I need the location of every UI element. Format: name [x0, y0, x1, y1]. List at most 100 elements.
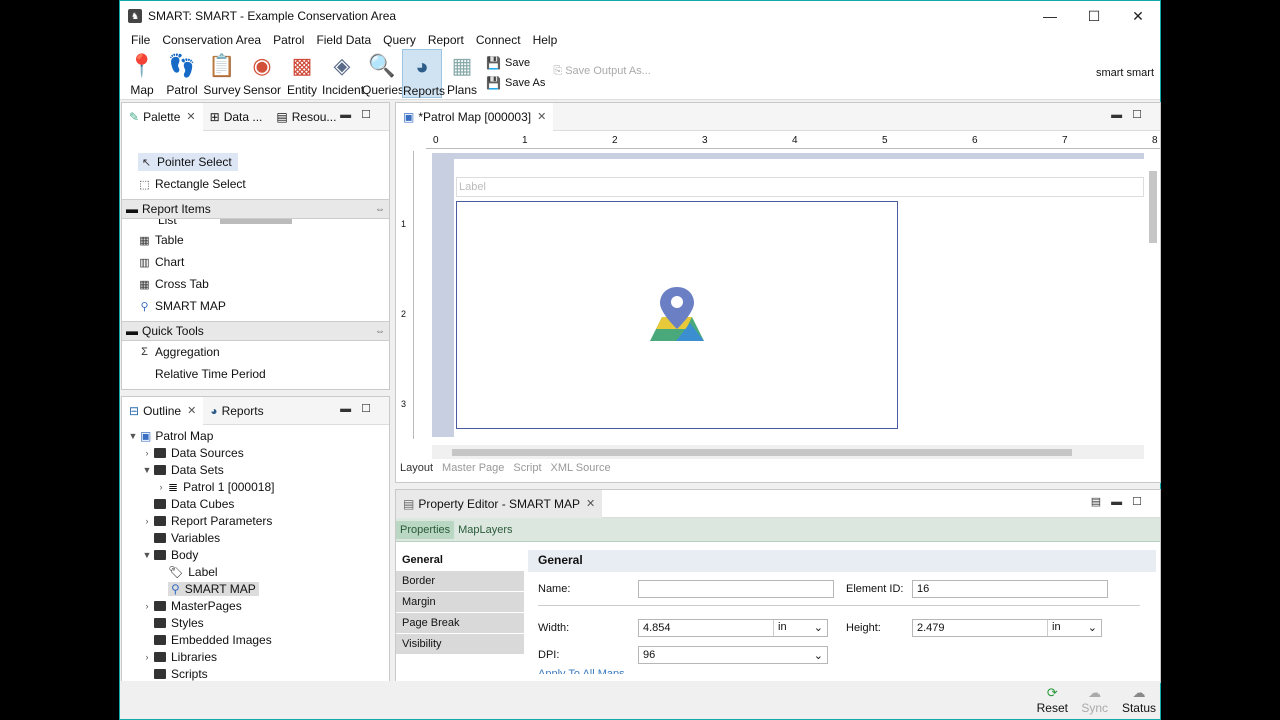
category-general[interactable]: General: [396, 550, 524, 571]
category-border[interactable]: Border: [396, 571, 524, 592]
tree-node-embedded-images[interactable]: Embedded Images: [126, 631, 389, 648]
chevron-right-icon[interactable]: ›: [154, 482, 168, 492]
dpi-select[interactable]: 96 ⌄: [638, 646, 828, 664]
menu-report[interactable]: Report: [422, 31, 470, 49]
chevron-right-icon[interactable]: ›: [140, 516, 154, 526]
horizontal-scrollbar[interactable]: [432, 445, 1144, 459]
entity-button[interactable]: ▩ Entity: [282, 49, 322, 98]
tree-node-data-sources[interactable]: › Data Sources: [126, 444, 389, 461]
tab-palette[interactable]: ✎ Palette ✕: [122, 102, 203, 131]
quick-tools-section[interactable]: ▬ Quick Tools ⇔: [122, 321, 389, 341]
tree-node-libraries[interactable]: › Libraries: [126, 648, 389, 665]
collapse-icon[interactable]: ⇔: [375, 326, 385, 337]
smart-map-item[interactable]: ⚲ SMART MAP: [122, 295, 389, 317]
category-margin[interactable]: Margin: [396, 592, 524, 613]
apply-to-all-maps-link[interactable]: Apply To All Maps: [538, 668, 625, 674]
reports-button[interactable]: ◕ Reports: [402, 49, 445, 98]
chevron-down-icon[interactable]: ▼: [140, 550, 154, 560]
sync-button[interactable]: ☁ Sync: [1081, 685, 1108, 715]
close-icon[interactable]: ✕: [187, 404, 196, 417]
tree-node-smart-map[interactable]: ⚲ SMART MAP: [126, 580, 389, 597]
chevron-right-icon[interactable]: ›: [140, 652, 154, 662]
plans-button[interactable]: ▦ Plans: [442, 49, 482, 98]
tree-node-label[interactable]: 🏷 Label: [126, 563, 389, 580]
status-button[interactable]: ☁ Status: [1122, 685, 1156, 715]
tab-master-page[interactable]: Master Page: [442, 462, 504, 474]
element-id-field[interactable]: 16: [912, 580, 1108, 598]
tree-node-variables[interactable]: Variables: [126, 529, 389, 546]
relative-time-period-item[interactable]: Relative Time Period: [122, 363, 389, 385]
save-output-as-button[interactable]: ⎘ Save Output As...: [553, 65, 650, 78]
chevron-right-icon[interactable]: ›: [140, 601, 154, 611]
tree-node-styles[interactable]: Styles: [126, 614, 389, 631]
sensor-button[interactable]: ◉ Sensor: [242, 49, 282, 98]
tab-patrol-map[interactable]: ▣ *Patrol Map [000003] ✕: [396, 102, 554, 131]
tab-outline[interactable]: ⊟ Outline ✕: [122, 396, 204, 425]
tree-node-patrol-1[interactable]: › ≣ Patrol 1 [000018]: [126, 478, 389, 495]
panel-min-max-controls[interactable]: ▬☐: [340, 108, 381, 121]
cross-tab-item[interactable]: ▦ Cross Tab: [122, 273, 389, 295]
tree-node-body[interactable]: ▼ Body: [126, 546, 389, 563]
menu-conservation-area[interactable]: Conservation Area: [156, 31, 267, 49]
incident-button[interactable]: ◈ Incident: [322, 49, 364, 98]
height-field[interactable]: 2.479 in ⌄: [912, 619, 1102, 637]
tab-script[interactable]: Script: [513, 462, 541, 474]
pointer-select-tool[interactable]: ↖ Pointer Select: [122, 151, 389, 173]
menu-connect[interactable]: Connect: [470, 31, 527, 49]
menu-field-data[interactable]: Field Data: [310, 31, 377, 49]
patrol-button[interactable]: 👣 Patrol: [162, 49, 202, 98]
tab-layout[interactable]: Layout: [400, 462, 433, 474]
save-as-button[interactable]: 💾 Save As: [486, 73, 545, 93]
height-unit-select[interactable]: in ⌄: [1047, 620, 1101, 636]
scroll-thumb[interactable]: [1149, 171, 1157, 243]
layout-canvas[interactable]: 0 1 2 3 4 5 6 7 8 1 2 3 Label: [396, 131, 1160, 461]
tree-node-data-sets[interactable]: ▼ Data Sets: [126, 461, 389, 478]
chevron-right-icon[interactable]: ›: [140, 448, 154, 458]
list-item-partial[interactable]: List: [158, 219, 177, 227]
scroll-thumb[interactable]: [452, 449, 1072, 456]
save-button[interactable]: 💾 Save: [486, 53, 545, 73]
menu-patrol[interactable]: Patrol: [267, 31, 310, 49]
aggregation-item[interactable]: Σ Aggregation: [122, 341, 389, 363]
tab-data-explorer[interactable]: ⊞ Data ...: [203, 103, 270, 131]
report-items-section[interactable]: ▬ Report Items ⇔: [122, 199, 389, 219]
rectangle-select-tool[interactable]: ⬚ Rectangle Select: [122, 173, 389, 195]
tree-node-scripts[interactable]: Scripts: [126, 665, 389, 682]
name-field[interactable]: [638, 580, 834, 598]
tab-properties[interactable]: Properties: [396, 520, 455, 539]
survey-button[interactable]: 📋 Survey: [202, 49, 242, 98]
width-unit-select[interactable]: in ⌄: [773, 620, 827, 636]
label-element[interactable]: Label: [456, 177, 1144, 197]
tab-maplayers[interactable]: MapLayers: [454, 521, 516, 539]
panel-min-max-controls[interactable]: ▬☐: [340, 402, 381, 415]
tree-node-data-cubes[interactable]: Data Cubes: [126, 495, 389, 512]
tab-property-editor[interactable]: ▤ Property Editor - SMART MAP ✕: [396, 489, 603, 518]
close-button[interactable]: ✕: [1116, 1, 1160, 31]
chart-item[interactable]: ▥ Chart: [122, 251, 389, 273]
close-icon[interactable]: ✕: [186, 110, 195, 123]
chevron-down-icon[interactable]: ▼: [140, 465, 154, 475]
tree-node-report-parameters[interactable]: › Report Parameters: [126, 512, 389, 529]
tab-xml-source[interactable]: XML Source: [551, 462, 611, 474]
map-button[interactable]: 📍 Map: [122, 49, 162, 98]
tab-reports[interactable]: ◕ Reports: [203, 397, 270, 425]
minimize-button[interactable]: —: [1028, 1, 1072, 31]
queries-button[interactable]: 🔍 Queries: [362, 49, 404, 98]
tree-node-root[interactable]: ▼ ▣ Patrol Map: [126, 427, 389, 444]
menu-file[interactable]: File: [125, 31, 156, 49]
category-page-break[interactable]: Page Break: [396, 613, 524, 634]
tree-node-masterpages[interactable]: › MasterPages: [126, 597, 389, 614]
report-items-scrollbar[interactable]: [220, 219, 292, 224]
menu-help[interactable]: Help: [527, 31, 564, 49]
maximize-button[interactable]: ☐: [1072, 1, 1116, 31]
panel-min-max-controls[interactable]: ▤▬☐: [1091, 495, 1152, 508]
close-icon[interactable]: ✕: [586, 497, 595, 510]
vertical-scrollbar[interactable]: [1146, 155, 1160, 445]
tab-resource-explorer[interactable]: ▤ Resou...: [269, 103, 343, 131]
reset-button[interactable]: ⟳ Reset: [1037, 685, 1068, 715]
smart-map-element[interactable]: [456, 201, 898, 429]
table-item[interactable]: ▦ Table: [122, 229, 389, 251]
menu-query[interactable]: Query: [377, 31, 422, 49]
panel-min-max-controls[interactable]: ▬☐: [1111, 108, 1152, 121]
close-icon[interactable]: ✕: [537, 110, 546, 123]
